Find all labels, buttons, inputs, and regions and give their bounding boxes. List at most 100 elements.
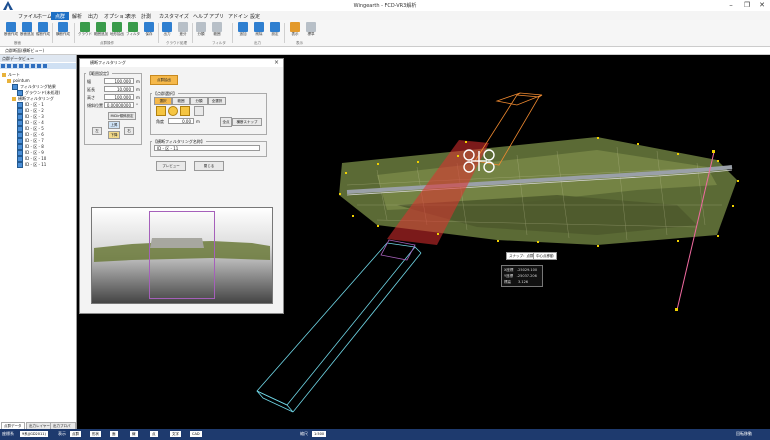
- width-unit: m: [136, 79, 140, 84]
- rotate-left-button[interactable]: 左: [92, 127, 102, 135]
- panel-toolbar-icons[interactable]: [0, 63, 76, 69]
- filter-icon: [128, 22, 138, 32]
- delete-icon: [254, 22, 264, 32]
- angle-input[interactable]: 0.00: [168, 118, 194, 124]
- height-input[interactable]: 100.000: [104, 94, 134, 100]
- dialog-title: 横断フィルタリング: [80, 59, 283, 67]
- status-toggle[interactable]: 点群: [70, 431, 81, 437]
- slope-label: 傾斜位置: [87, 103, 103, 108]
- ribbon-button-profile[interactable]: 縦断作成: [36, 22, 50, 36]
- cross-snap-button[interactable]: 横断スナップ: [232, 118, 262, 126]
- grid-icon: [212, 22, 222, 32]
- circle-select-icon[interactable]: [168, 106, 178, 116]
- snap-pointcloud-button[interactable]: スナップ：点群: [506, 252, 537, 260]
- ribbon-group-label: クラウド処理: [166, 41, 187, 45]
- preview-range-frame: [149, 211, 215, 299]
- ribbon-group-label: フィルタ: [212, 41, 226, 45]
- tree-item-label: ID - 区 - 10: [25, 156, 47, 161]
- ribbon: 断面作成 断面追加 縦断作成 横断作成 クラウド 範囲追加 地形抽出 フィルタ …: [0, 20, 770, 47]
- tree-item-label: ID - 区 - 9: [25, 150, 44, 155]
- status-toggle[interactable]: CAD: [190, 431, 202, 437]
- breadcrumb-label: 点群断面(横断ビュー): [5, 48, 45, 53]
- move-down-button[interactable]: 下降: [108, 131, 120, 139]
- width-label: 幅: [87, 79, 91, 84]
- length-label: 延長: [87, 87, 95, 92]
- ribbon-button-classify[interactable]: 分類: [194, 22, 208, 36]
- extract-points-button[interactable]: 点群抽出: [150, 75, 178, 85]
- maximize-button[interactable]: ❐: [740, 1, 754, 10]
- length-input[interactable]: 10.000: [104, 86, 134, 92]
- preview-button[interactable]: プレビュー: [156, 161, 186, 171]
- angle-unit: m: [196, 119, 200, 124]
- tree-item[interactable]: ルート: [2, 72, 20, 77]
- ribbon-button-save[interactable]: 保存: [142, 22, 156, 36]
- ribbon-separator: [74, 23, 75, 43]
- cross-section-icon: [58, 22, 68, 32]
- status-toggle[interactable]: 文字: [170, 431, 181, 437]
- tab-classify[interactable]: 分類: [190, 97, 208, 105]
- tree-item-label: ID - 区 - 8: [25, 144, 44, 149]
- ribbon-separator: [232, 23, 233, 43]
- tree-item[interactable]: 横断フィルタリング: [12, 96, 54, 101]
- ribbon-button-output[interactable]: 出力: [160, 22, 174, 36]
- rect-select-icon[interactable]: [156, 106, 166, 116]
- standard-icon: [306, 22, 316, 32]
- ribbon-button-delete[interactable]: 削除: [252, 22, 266, 36]
- settings-icon: [270, 22, 280, 32]
- undo-icon[interactable]: [194, 106, 204, 116]
- ribbon-button-add[interactable]: 追加: [236, 22, 250, 36]
- tree-item-label: ID - 区 - 2: [25, 108, 44, 113]
- minimize-button[interactable]: –: [724, 1, 738, 10]
- filter-name-input[interactable]: ID - 区 - 11: [154, 145, 260, 151]
- status-toggle[interactable]: 線: [130, 431, 138, 437]
- layer-panel: 点群データビュー ルート pointum フィルタリング結果 グラウンド(未処理) 横断…: [0, 55, 77, 434]
- tree-item-label: フィルタリング結果: [20, 84, 56, 89]
- tab-select[interactable]: 選択: [154, 97, 172, 105]
- tab-select-all[interactable]: 全選択: [208, 97, 226, 105]
- menu-bar: ファイル ホーム 点群 解析 出力 オプション 表示 計測 カスタマイズ ヘルプ…: [0, 11, 770, 21]
- tab-range[interactable]: 範囲: [172, 97, 190, 105]
- ribbon-button-ground[interactable]: 地形抽出: [110, 22, 124, 36]
- ribbon-button-section-create[interactable]: 断面作成: [4, 22, 18, 36]
- center-move-button[interactable]: 中心点移動: [533, 252, 557, 260]
- panel-toolbar: [0, 63, 76, 69]
- diff-icon: [178, 22, 188, 32]
- move-up-button[interactable]: 上昇: [108, 121, 120, 129]
- ribbon-button-range-add[interactable]: 範囲追加: [94, 22, 108, 36]
- ribbon-button-cloud[interactable]: クラウド: [78, 22, 92, 36]
- dialog-close-icon[interactable]: ×: [274, 59, 279, 67]
- tree-item-label: ルート: [8, 72, 20, 77]
- breadcrumb: 点群断面(横断ビュー): [0, 47, 770, 55]
- ribbon-button-cross[interactable]: 横断作成: [56, 22, 70, 36]
- ribbon-button-section-add[interactable]: 断面追加: [20, 22, 34, 36]
- status-toggle[interactable]: 点: [150, 431, 158, 437]
- all-points-button[interactable]: 全点: [220, 117, 232, 127]
- status-bar: 座標系 9系(JGD2011) 表示 点群 形状 面 線 点 文字 CAD 縮尺 1:500…: [0, 429, 770, 440]
- ribbon-button-display[interactable]: 表示: [288, 22, 302, 36]
- midir-slope-button[interactable]: MiDir傾斜設定: [108, 112, 136, 120]
- ribbon-button-settings[interactable]: 設定: [268, 22, 282, 36]
- status-toggle[interactable]: 形状: [90, 431, 101, 437]
- status-toggles: 点群 形状 面 線 点 文字 CAD: [70, 429, 220, 440]
- ribbon-button-standard[interactable]: 標準: [304, 22, 318, 36]
- width-input[interactable]: 100.000: [104, 78, 134, 84]
- slope-input[interactable]: 0.00000000: [104, 102, 134, 108]
- rotate-right-button[interactable]: 右: [124, 127, 134, 135]
- ribbon-button-filter[interactable]: フィルタ: [126, 22, 140, 36]
- coordinate-readout: X座標 -25029.100 Y座標 -25037.206 標高 3.126: [501, 265, 543, 287]
- title-bar: Wingearth - FCD-VR3解析 – ❐ ✕: [0, 0, 770, 11]
- cross-section-preview: [91, 207, 273, 304]
- ribbon-button-diff[interactable]: 差分: [176, 22, 190, 36]
- status-toggle[interactable]: 面: [110, 431, 118, 437]
- panel-title: 点群データビュー: [0, 55, 76, 62]
- tree-item-label: ID - 区 - 1: [25, 102, 44, 107]
- tree-item[interactable]: ID - 区 - 11: [17, 162, 46, 168]
- close-dialog-button[interactable]: 閉じる: [194, 161, 224, 171]
- polygon-select-icon[interactable]: [180, 106, 190, 116]
- tree-item[interactable]: pointum: [7, 78, 30, 83]
- coord-system-value[interactable]: 9系(JGD2011): [20, 431, 48, 437]
- tree-item-label: ID - 区 - 5: [25, 126, 44, 131]
- scale-value[interactable]: 1:500: [312, 431, 327, 437]
- close-window-button[interactable]: ✕: [755, 1, 769, 10]
- ribbon-button-range[interactable]: 範囲: [210, 22, 224, 36]
